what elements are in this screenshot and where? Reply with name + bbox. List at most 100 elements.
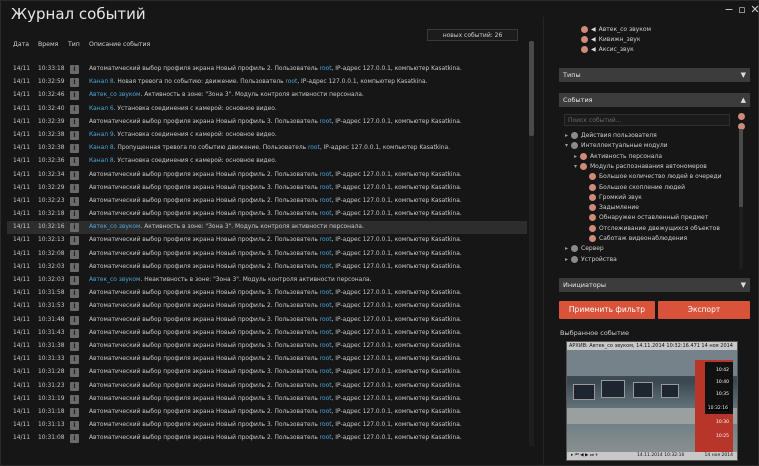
check-icon[interactable] (589, 193, 596, 201)
row-link[interactable]: root (320, 409, 332, 415)
check-icon[interactable] (581, 26, 588, 33)
table-row[interactable]: 14/11 10:31:19 i Автоматический выбор профи… (7, 393, 527, 406)
table-row[interactable]: 14/11 10:33:18 i Автоматический выбор профи… (7, 63, 527, 76)
row-link[interactable]: root (320, 290, 332, 296)
tree-item[interactable]: Большое количество людей в очереди (583, 173, 722, 181)
table-row[interactable]: 14/11 10:31:48 i Автоматический выбор профи… (7, 314, 527, 327)
column-header-date[interactable]: Дата (13, 41, 29, 48)
row-link[interactable]: root (320, 330, 332, 336)
check-icon[interactable] (581, 36, 588, 43)
row-link[interactable]: Канал 8 (89, 145, 114, 151)
select-all-check-icon[interactable] (738, 113, 745, 120)
playback-controls[interactable]: ▸ ⏮ ◀ ▶ ⏭ ⏸ (571, 452, 598, 460)
table-row[interactable]: 14/11 10:32:46 i Автек_со звуком. Активност… (7, 89, 527, 102)
row-link[interactable]: root (320, 435, 332, 441)
video-preview[interactable]: АРХИВ: Автек_со звуком, 14.11.2014 10:32… (566, 341, 738, 461)
apply-filter-button[interactable]: Применить фильтр (559, 301, 655, 319)
row-link[interactable]: root (320, 119, 332, 125)
table-row[interactable]: 14/11 10:31:33 i Автоматический выбор профи… (7, 353, 527, 366)
row-link[interactable]: Канал 8 (89, 158, 114, 164)
table-row[interactable]: 14/11 10:32:34 i Автоматический выбор профи… (7, 169, 527, 182)
tree-scrollbar-thumb[interactable] (739, 129, 743, 207)
check-icon[interactable] (581, 46, 588, 53)
row-link[interactable]: root (320, 356, 332, 362)
restore-button[interactable]: ▫ (735, 3, 749, 17)
row-link[interactable]: root (320, 198, 332, 204)
row-link[interactable]: root (320, 66, 332, 72)
sound-item-1[interactable]: ◀ Автек_со звуком (581, 26, 651, 33)
row-link[interactable]: root (320, 185, 332, 191)
row-link[interactable]: root (320, 343, 332, 349)
tree-item[interactable]: ▸ Устройства (565, 255, 617, 263)
table-row[interactable]: 14/11 10:32:03 i Автек_со звуком. Неактивно… (7, 274, 527, 287)
row-link[interactable]: Канал 6 (89, 106, 114, 112)
check-icon[interactable] (580, 152, 587, 160)
row-link[interactable]: Автек_со звуком (89, 92, 140, 98)
row-link[interactable]: root (320, 383, 332, 389)
tree-item[interactable]: Громкий звук (583, 193, 642, 201)
table-row[interactable]: 14/11 10:31:23 i Автоматический выбор профи… (7, 380, 527, 393)
types-section-header[interactable]: Типы ▼ (559, 68, 750, 82)
column-header-time[interactable]: Время (38, 41, 58, 48)
tree-item[interactable]: Задымление (583, 204, 639, 212)
row-link[interactable]: root (320, 422, 332, 428)
row-link[interactable]: Автек_со звуком (89, 277, 140, 283)
row-link[interactable]: root (286, 79, 298, 85)
events-search-input[interactable]: Поиск событий... (564, 114, 730, 126)
row-link[interactable]: root (320, 251, 332, 257)
check-icon[interactable] (571, 245, 578, 253)
tree-item[interactable]: Обнаружен оставленный предмет (583, 214, 708, 222)
table-row[interactable]: 14/11 10:31:18 i Автоматический выбор профи… (7, 406, 527, 419)
column-header-type[interactable]: Тип (68, 41, 80, 48)
table-row[interactable]: 14/11 10:31:43 i Автоматический выбор профи… (7, 327, 527, 340)
tree-item[interactable]: ▾ Интеллектуальные модули (565, 142, 668, 150)
sound-item-3[interactable]: ◀ Аксис_звук (581, 46, 634, 53)
row-link[interactable]: root (320, 317, 332, 323)
new-events-counter[interactable]: новых событий: 26 (427, 29, 518, 41)
table-row[interactable]: 14/11 10:31:08 i Автоматический выбор профи… (7, 432, 527, 443)
check-icon[interactable] (589, 235, 596, 242)
row-link[interactable]: root (320, 369, 332, 375)
check-icon[interactable] (589, 173, 596, 181)
close-button[interactable]: ✕ (748, 3, 759, 17)
table-row[interactable]: 14/11 10:31:13 i Автоматический выбор профи… (7, 419, 527, 432)
table-row[interactable]: 14/11 10:32:40 i Канал 6. Установка соедине… (7, 103, 527, 116)
tree-item[interactable]: Саботаж видеонаблюдения (583, 235, 687, 242)
table-row[interactable]: 14/11 10:32:16 i Автек_со звуком. Активност… (7, 221, 527, 235)
table-row[interactable]: 14/11 10:32:38 i Канал 8. Пропущенная трево… (7, 142, 527, 155)
row-link[interactable]: Автек_со звуком (89, 224, 140, 230)
check-icon[interactable] (571, 132, 578, 139)
check-icon[interactable] (589, 204, 596, 212)
tree-item[interactable]: ▾ Модуль распознавания автономеров (574, 162, 707, 170)
check-icon[interactable] (571, 255, 578, 263)
row-link[interactable]: root (320, 172, 332, 178)
row-link[interactable]: Канал 8 (89, 79, 114, 85)
check-icon[interactable] (589, 183, 596, 191)
table-row[interactable]: 14/11 10:32:13 i Автоматический выбор профи… (7, 234, 527, 247)
row-link[interactable]: root (320, 396, 332, 402)
table-row[interactable]: 14/11 10:32:38 i Канал 9. Установка соедине… (7, 129, 527, 142)
table-row[interactable]: 14/11 10:32:36 i Канал 8. Установка соедине… (7, 155, 527, 168)
tree-item[interactable]: ▸ Действия пользователя (565, 132, 657, 139)
row-link[interactable]: root (320, 303, 332, 309)
table-row[interactable]: 14/11 10:32:39 i Автоматический выбор профи… (7, 116, 527, 129)
row-link[interactable]: root (308, 145, 320, 151)
check-icon[interactable] (589, 214, 596, 222)
row-link[interactable]: root (320, 211, 332, 217)
sound-item-2[interactable]: ◀ Кивижн_звук (581, 36, 640, 43)
check-icon[interactable] (580, 162, 587, 170)
table-row[interactable]: 14/11 10:32:18 i Автоматический выбор профи… (7, 208, 527, 221)
initiators-section-header[interactable]: Инициаторы ▼ (559, 278, 750, 292)
row-link[interactable]: root (320, 237, 332, 243)
check-icon[interactable] (589, 224, 596, 232)
tree-item[interactable]: Большое скопление людей (583, 183, 685, 191)
table-row[interactable]: 14/11 10:32:29 i Автоматический выбор профи… (7, 182, 527, 195)
row-link[interactable]: Канал 9 (89, 132, 114, 138)
minimize-button[interactable]: − (722, 3, 736, 17)
playback-bar[interactable]: ▸ ⏮ ◀ ▶ ⏭ ⏸ 14.11.2014 10:32:16 14 ноя 2… (567, 452, 737, 460)
tree-item[interactable]: ▸ Сервер (565, 245, 604, 253)
table-row[interactable]: 14/11 10:31:53 i Автоматический выбор профи… (7, 300, 527, 313)
column-header-description[interactable]: Описание события (89, 41, 150, 48)
events-section-header[interactable]: События ▲ (559, 93, 750, 107)
export-button[interactable]: Экспорт (658, 301, 750, 319)
